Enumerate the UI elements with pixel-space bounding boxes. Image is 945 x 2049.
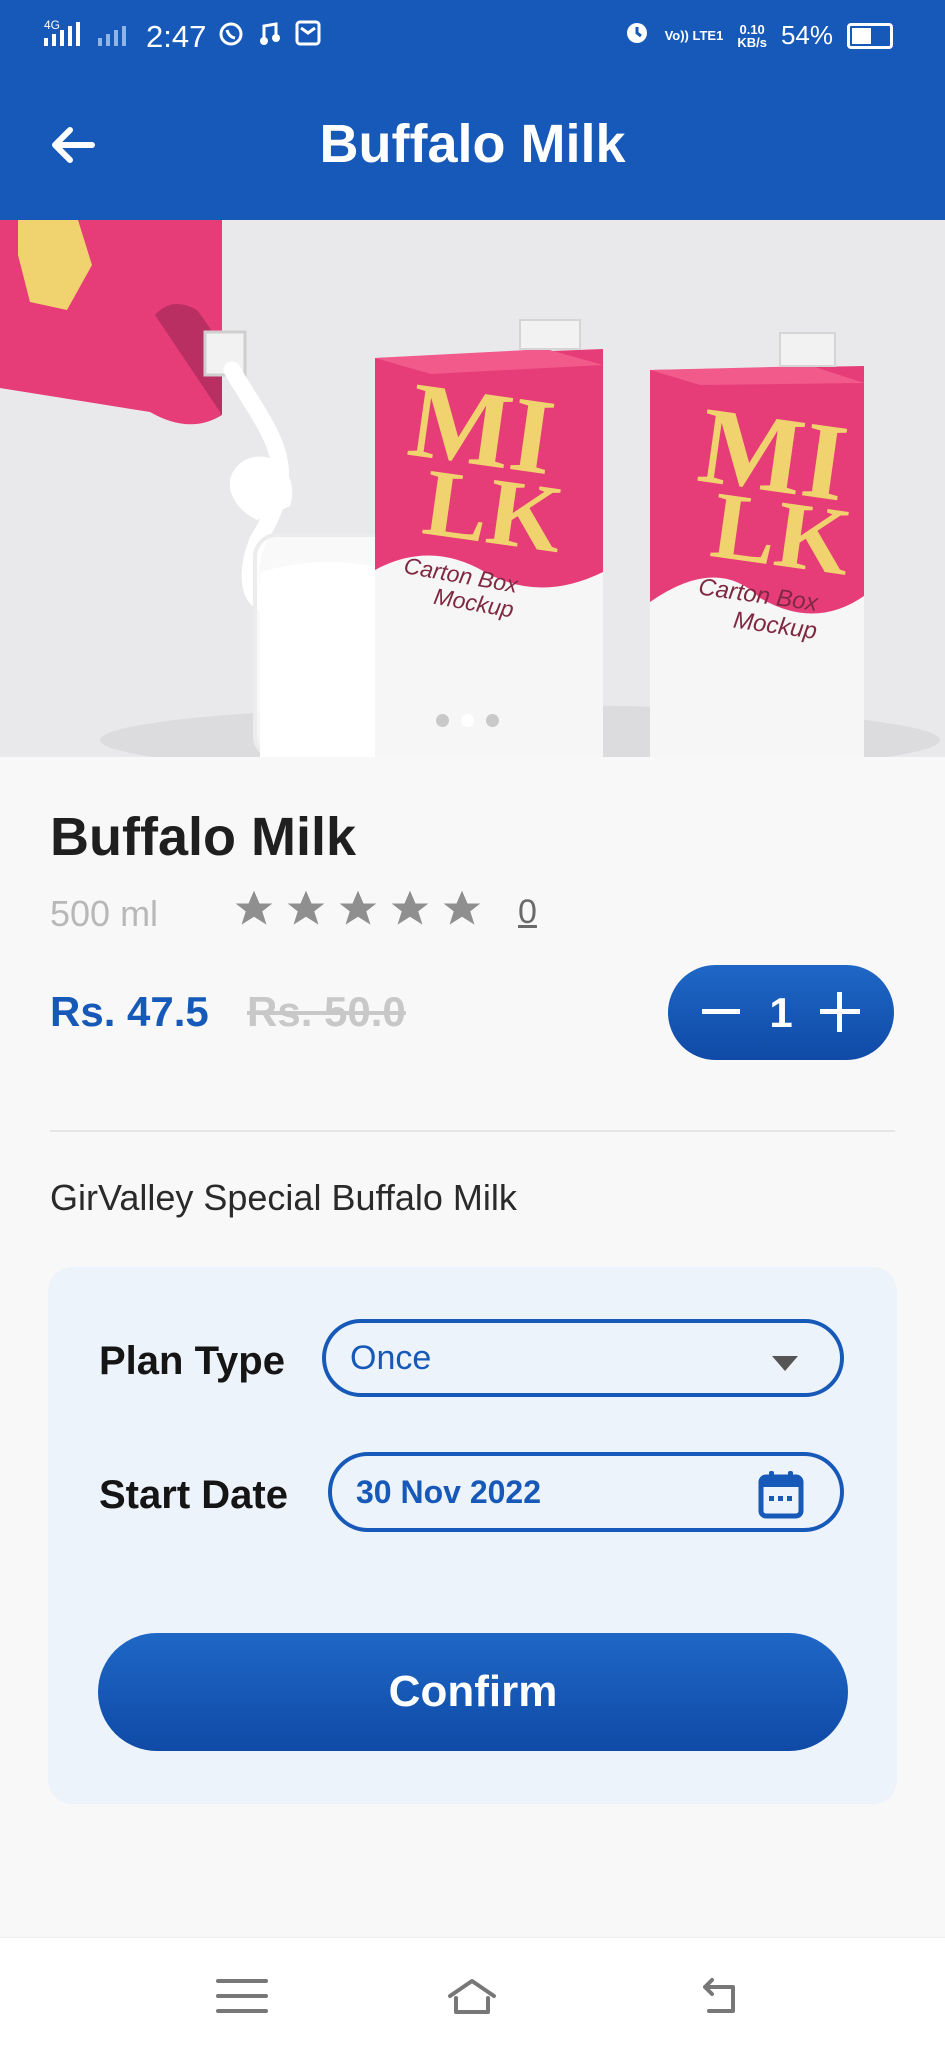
battery-fill	[852, 27, 871, 44]
alarm-icon	[623, 18, 651, 53]
back-icon[interactable]	[689, 1974, 749, 2018]
product-volume: 500 ml	[50, 893, 159, 934]
volte-label: Vo)) LTE1	[664, 28, 724, 43]
whatsapp-icon	[218, 19, 244, 55]
carousel-dot-2[interactable]	[461, 714, 474, 727]
original-price: Rs. 50.0	[247, 988, 406, 1035]
page-title: Buffalo Milk	[319, 114, 626, 174]
confirm-button[interactable]: Confirm	[98, 1633, 848, 1751]
status-time: 2:47	[146, 19, 207, 54]
product-description: GirValley Special Buffalo Milk	[50, 1177, 517, 1218]
plan-type-value: Once	[350, 1339, 432, 1377]
home-icon[interactable]	[442, 1974, 502, 2018]
milk-carton-product-image: MI LK Carton Box Mockup MI LK Carton Box…	[0, 220, 945, 757]
status-bar: 4G 2:47 Vo)) LTE1 0.10 KB/s 54%	[0, 0, 945, 75]
star-icon	[235, 890, 273, 925]
star-icon	[391, 890, 429, 925]
carousel-indicator[interactable]	[436, 714, 499, 727]
svg-text:LK: LK	[418, 448, 570, 573]
system-navigation-bar	[0, 1937, 945, 2049]
carousel-dot-3[interactable]	[486, 714, 499, 727]
music-icon	[256, 19, 282, 55]
battery-icon	[847, 22, 893, 49]
plan-type-dropdown[interactable]: Once	[322, 1319, 844, 1397]
rating-stars	[232, 887, 484, 931]
speed-value: 0.10	[739, 21, 765, 37]
app-bar: Buffalo Milk	[0, 75, 945, 220]
signal-weak-icon	[98, 18, 134, 56]
signal-icon: 4G	[44, 18, 86, 56]
status-left: 4G 2:47	[44, 18, 322, 56]
menu-icon[interactable]	[212, 1974, 272, 2018]
product-image-carousel[interactable]: MI LK Carton Box Mockup MI LK Carton Box…	[0, 220, 945, 757]
status-right: Vo)) LTE1 0.10 KB/s 54%	[623, 18, 893, 53]
quantity-value: 1	[769, 989, 793, 1036]
start-date-field[interactable]: 30 Nov 2022	[328, 1452, 844, 1532]
star-icon	[339, 890, 377, 925]
network-speed: 0.10 KB/s	[737, 23, 767, 49]
star-icon	[443, 890, 481, 925]
start-date-label: Start Date	[99, 1473, 288, 1517]
increase-quantity-button[interactable]	[820, 992, 860, 1032]
calendar-icon[interactable]	[756, 1469, 806, 1521]
battery-text: 54%	[780, 20, 833, 50]
network-label: 4G	[44, 18, 60, 32]
plan-type-label: Plan Type	[99, 1339, 285, 1383]
star-icon	[287, 890, 325, 925]
speed-unit: KB/s	[737, 34, 767, 50]
rating-count-link[interactable]: 0	[518, 893, 537, 932]
product-title: Buffalo Milk	[50, 807, 356, 867]
chevron-down-icon	[772, 1356, 798, 1371]
start-date-value: 30 Nov 2022	[356, 1474, 542, 1510]
carousel-dot-1[interactable]	[436, 714, 449, 727]
message-icon	[294, 19, 322, 55]
section-divider	[50, 1130, 895, 1132]
quantity-stepper[interactable]: 1	[668, 965, 894, 1060]
current-price: Rs. 47.5	[50, 988, 209, 1035]
